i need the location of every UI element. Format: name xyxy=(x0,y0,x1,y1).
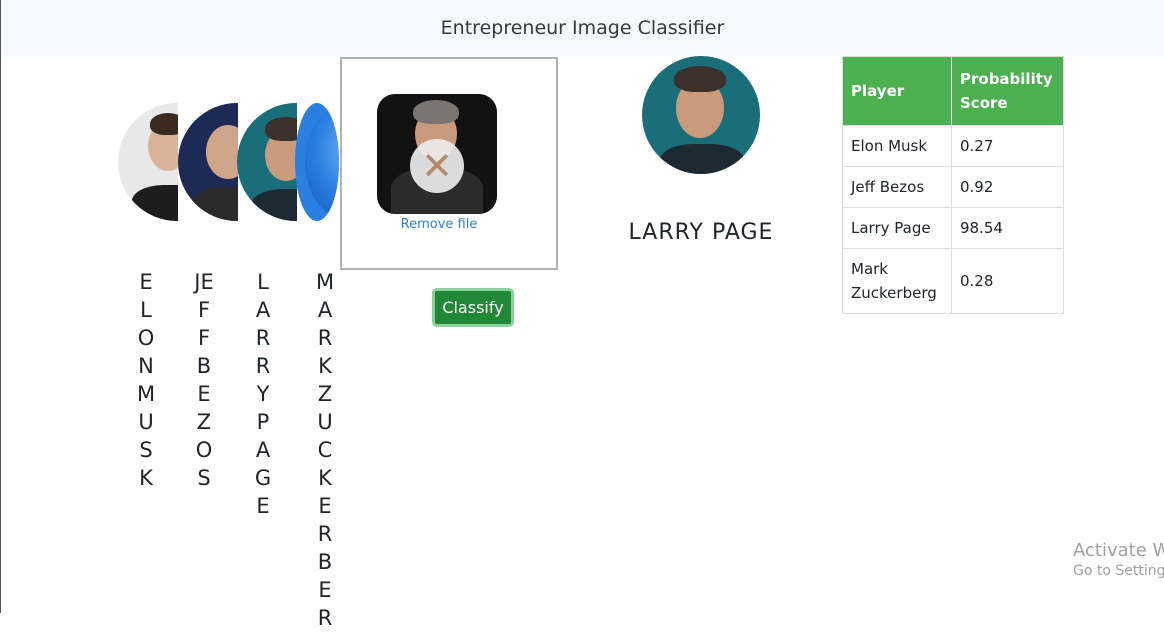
avatar-mark-zuckerberg xyxy=(295,103,339,221)
header-player: Player xyxy=(842,56,952,126)
score-cell: 98.54 xyxy=(951,207,1064,249)
header-probability-score: Probability Score xyxy=(951,56,1064,126)
left-border xyxy=(0,56,1,613)
player-cell: Larry Page xyxy=(842,207,952,249)
table-row: Elon Musk 0.27 xyxy=(842,125,1064,167)
upload-dropzone[interactable]: ✕ Remove file xyxy=(340,57,558,270)
player-cell: Mark Zuckerberg xyxy=(842,248,952,314)
table-row: Mark Zuckerberg 0.28 xyxy=(842,248,1064,314)
watermark-line1: Activate W xyxy=(1073,540,1164,561)
probability-table: Player Probability Score Elon Musk 0.27 … xyxy=(842,56,1064,314)
classify-button[interactable]: Classify xyxy=(432,288,514,327)
uploaded-image-thumbnail: ✕ xyxy=(377,94,497,214)
score-cell: 0.27 xyxy=(951,125,1064,167)
score-cell: 0.92 xyxy=(951,166,1064,208)
vertical-name-larry: LARRYPAGE xyxy=(254,270,272,518)
result-name: LARRY PAGE xyxy=(628,220,774,245)
activation-watermark: Activate W Go to Settings xyxy=(1073,540,1164,579)
player-cell: Jeff Bezos xyxy=(842,166,952,208)
page-title: Entrepreneur Image Classifier xyxy=(440,17,725,39)
table-row: Jeff Bezos 0.92 xyxy=(842,166,1064,208)
watermark-line2: Go to Settings xyxy=(1073,563,1164,579)
vertical-name-jeff: JEFFBEZOS xyxy=(194,270,214,490)
table-row: Larry Page 98.54 xyxy=(842,207,1064,249)
remove-file-link[interactable]: Remove file xyxy=(342,217,536,232)
result-avatar xyxy=(642,56,760,174)
remove-file-icon[interactable]: ✕ xyxy=(410,139,464,193)
table-header-row: Player Probability Score xyxy=(842,56,1064,126)
score-cell: 0.28 xyxy=(951,248,1064,314)
navbar: Entrepreneur Image Classifier xyxy=(0,0,1164,56)
vertical-name-elon: ELONMUSK xyxy=(136,270,156,490)
player-cell: Elon Musk xyxy=(842,125,952,167)
vertical-name-mark: MARKZUCKERBER xyxy=(315,270,335,630)
